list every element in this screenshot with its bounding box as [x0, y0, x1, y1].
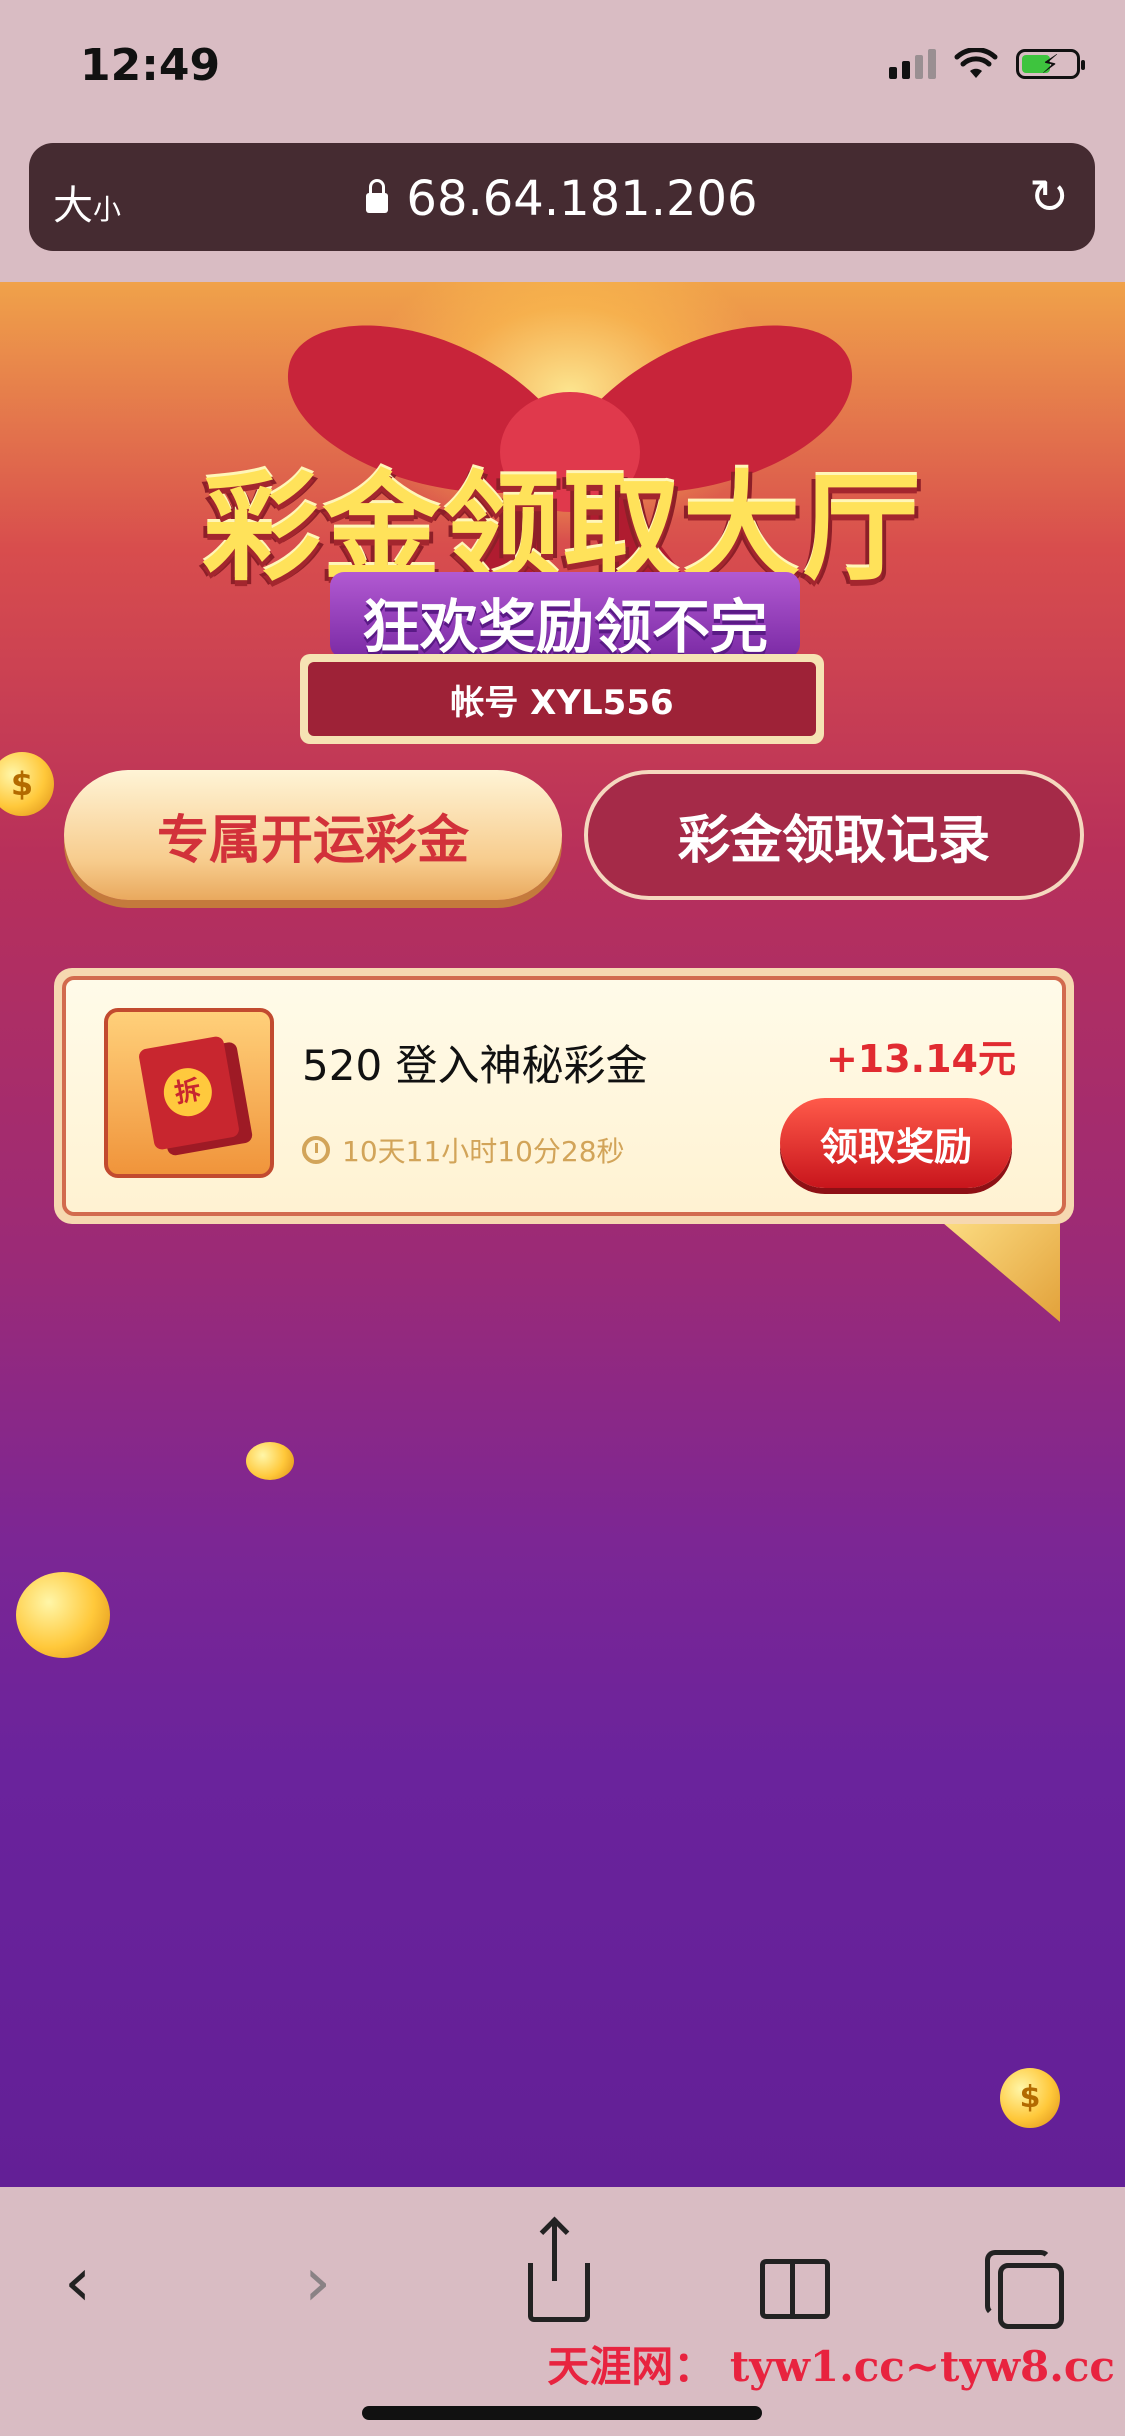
coin-icon — [246, 1442, 294, 1480]
account-label: 帐号 XYL556 — [308, 662, 816, 736]
url-text: 68.64.181.206 — [406, 171, 758, 227]
tab-exclusive-bonus[interactable]: 专属开运彩金 — [64, 770, 562, 900]
reward-amount: +13.14元 — [825, 1037, 1016, 1081]
back-glyph: ‹ — [64, 2243, 92, 2322]
watermark: 天涯网： tyw1.cc~tyw8.cc — [547, 2342, 1115, 2391]
signal-icon — [889, 49, 936, 79]
battery-charging-icon: ⚡ — [1016, 49, 1085, 80]
ribbon-tail-decoration — [930, 1212, 1060, 1322]
countdown-text: 10天11小时10分28秒 — [342, 1135, 625, 1168]
home-indicator — [362, 2406, 762, 2420]
red-packet-seal: 拆 — [160, 1064, 216, 1120]
reward-title: 520 登入神秘彩金 — [302, 1041, 648, 1090]
claim-reward-button[interactable]: 领取奖励 — [780, 1098, 1012, 1188]
status-time: 12:49 — [80, 40, 221, 91]
coin-icon — [16, 1572, 110, 1658]
hero-subtitle: 狂欢奖励领不完 — [361, 593, 768, 661]
forward-icon[interactable]: › — [304, 2243, 331, 2322]
countdown: 10天11小时10分28秒 — [302, 1130, 625, 1170]
status-bar: 12:49 ⚡ — [0, 0, 1125, 140]
forward-glyph: › — [304, 2243, 332, 2322]
lock-icon — [366, 179, 389, 213]
coin-icon: $ — [0, 752, 54, 816]
reload-icon[interactable]: ↻ — [1029, 169, 1069, 225]
clock-icon — [302, 1136, 330, 1164]
red-packet-thumbnail: 拆 — [104, 1008, 274, 1178]
share-icon[interactable] — [528, 2223, 590, 2322]
tabs-icon[interactable] — [985, 2243, 1064, 2329]
url-field[interactable]: 68.64.181.206 — [29, 171, 1095, 227]
tab-bonus-records[interactable]: 彩金领取记录 — [584, 770, 1084, 900]
page-content: 彩金领取大厅 狂欢奖励领不完 帐号 XYL556 专属开运彩金 彩金领取记录 $… — [0, 282, 1125, 2187]
coin-icon: $ — [1000, 2068, 1060, 2128]
back-icon[interactable]: ‹ — [64, 2243, 91, 2322]
status-icons: ⚡ — [889, 48, 1085, 80]
account-badge: 帐号 XYL556 — [300, 654, 824, 744]
reward-card: 拆 520 登入神秘彩金 +13.14元 10天11小时10分28秒 领取奖励 — [54, 968, 1074, 1224]
wifi-icon — [954, 48, 998, 78]
hero-subtitle-plate: 狂欢奖励领不完 — [330, 572, 800, 661]
url-bar[interactable]: 大小 68.64.181.206 ↻ — [29, 143, 1095, 251]
red-packet-icon: 拆 — [137, 1035, 241, 1151]
bottom-toolbar: ‹ › 天涯网： tyw1.cc~tyw8.cc — [0, 2187, 1125, 2436]
reward-card-inner: 拆 520 登入神秘彩金 +13.14元 10天11小时10分28秒 领取奖励 — [62, 976, 1066, 1216]
bookmarks-icon[interactable] — [760, 2243, 830, 2319]
